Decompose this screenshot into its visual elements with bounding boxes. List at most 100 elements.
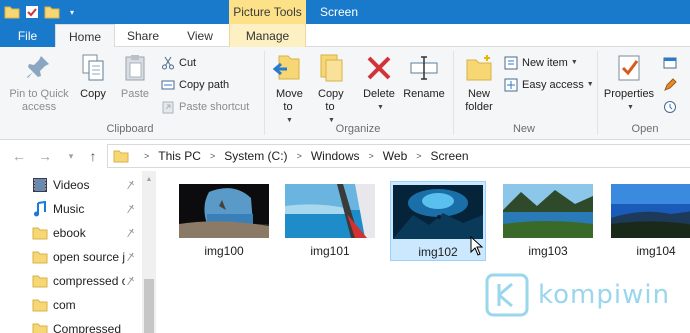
copy-button[interactable]: Copy: [74, 51, 112, 101]
breadcrumb-chevron-icon[interactable]: >: [210, 151, 215, 161]
chevron-down-icon: ▼: [586, 81, 594, 88]
folder-icon[interactable]: [4, 4, 20, 20]
nav-item[interactable]: Compressed: [0, 317, 142, 333]
nav-item[interactable]: Music †: [0, 197, 142, 221]
file-name: img100: [204, 244, 244, 258]
breadcrumb-chevron-icon[interactable]: >: [369, 151, 374, 161]
breadcrumb-item[interactable]: Windows: [311, 149, 360, 163]
breadcrumb-chevron-icon[interactable]: >: [144, 151, 149, 161]
copy-to-icon: [313, 51, 347, 85]
address-bar[interactable]: > This PC > System (C:) > Windows > Web > Screen: [107, 144, 690, 168]
folder-icon: [32, 249, 48, 265]
chevron-down-icon: ▼: [627, 104, 634, 111]
tab-home[interactable]: Home: [55, 24, 115, 48]
new-folder-icon: [462, 51, 496, 85]
nav-item[interactable]: ebook †: [0, 221, 142, 245]
history-small-button[interactable]: [662, 97, 681, 116]
new-folder-label: New folder: [465, 88, 493, 113]
scroll-up-icon[interactable]: ▲: [142, 173, 156, 185]
pin-icon: †: [123, 177, 138, 193]
copy-path-button[interactable]: Copy path: [160, 75, 229, 94]
history-icon: [662, 99, 678, 115]
thumbnail-cave-beach: [179, 184, 269, 238]
breadcrumb-chevron-icon[interactable]: >: [416, 151, 421, 161]
copy-to-label: Copy to: [318, 88, 344, 113]
nav-item[interactable]: Videos †: [0, 173, 142, 197]
properties-check-icon: [612, 51, 646, 85]
customize-qat-icon[interactable]: ▾: [64, 4, 80, 20]
new-item-label: New item: [522, 56, 568, 69]
folder-icon: [32, 225, 48, 241]
breadcrumb-item[interactable]: Web: [383, 149, 407, 163]
group-separator: [597, 51, 598, 135]
file-tile[interactable]: img100: [176, 181, 272, 261]
forward-arrow-icon[interactable]: →: [36, 147, 54, 165]
nav-pane-scrollbar[interactable]: ▲: [142, 171, 156, 333]
chevron-down-icon: ▼: [570, 59, 578, 66]
easy-access-label: Easy access: [522, 78, 584, 91]
organize-group-label: Organize: [335, 123, 381, 135]
rename-button[interactable]: Rename: [401, 51, 447, 101]
new-group-label: New: [512, 123, 535, 135]
file-tile[interactable]: img101: [282, 181, 378, 261]
tab-share[interactable]: Share: [115, 24, 171, 47]
cut-button[interactable]: Cut: [160, 53, 196, 72]
properties-label: Properties: [603, 88, 655, 100]
copy-path-icon: [160, 77, 176, 93]
open-group-label: Open: [631, 123, 659, 135]
paste-shortcut-icon: [160, 99, 176, 115]
file-name: img104: [636, 244, 676, 258]
paste-shortcut-button[interactable]: Paste shortcut: [160, 97, 249, 116]
pin-icon: †: [123, 225, 138, 241]
pin-icon: †: [123, 273, 138, 289]
easy-access-icon: [503, 77, 519, 93]
quick-access-toolbar: ▾: [0, 0, 80, 24]
tab-view[interactable]: View: [171, 24, 229, 47]
breadcrumb-chevron-icon[interactable]: >: [297, 151, 302, 161]
breadcrumb-item[interactable]: Screen: [431, 149, 469, 163]
breadcrumb-item[interactable]: System (C:): [224, 149, 287, 163]
pin-to-quick-access-button[interactable]: Pin to Quick access: [6, 51, 72, 114]
group-separator: [453, 51, 454, 135]
properties-check-icon[interactable]: [24, 4, 40, 20]
window-title: Screen: [320, 5, 359, 19]
tab-manage[interactable]: Manage: [229, 24, 306, 47]
folder-icon: [32, 321, 48, 333]
nav-item[interactable]: open source j †: [0, 245, 142, 269]
file-name: img103: [528, 244, 568, 258]
easy-access-button[interactable]: Easy access ▼: [503, 75, 594, 94]
pin-label: Pin to Quick access: [9, 88, 69, 113]
edit-small-button[interactable]: [662, 75, 681, 94]
breadcrumb-item[interactable]: This PC: [158, 149, 201, 163]
copy-to-button[interactable]: Copy to ▼: [310, 51, 350, 127]
folder-icon: [32, 273, 48, 289]
navigation-bar: ← → ▾ ↑ > This PC > System (C:) > Windows > Web…: [0, 141, 690, 171]
watermark: kompiwin: [484, 270, 690, 320]
pin-icon: [22, 51, 56, 85]
back-arrow-icon[interactable]: ←: [10, 147, 28, 165]
move-to-button[interactable]: Move to ▼: [268, 51, 308, 127]
delete-button[interactable]: Delete ▼: [359, 51, 399, 114]
watermark-text: kompiwin: [538, 280, 671, 310]
nav-item[interactable]: com: [0, 293, 142, 317]
new-folder-icon[interactable]: [44, 4, 60, 20]
paste-button[interactable]: Paste: [116, 51, 154, 101]
file-tile[interactable]: img104: [608, 181, 690, 261]
properties-button[interactable]: Properties ▼: [602, 51, 656, 114]
move-to-label: Move to: [276, 88, 303, 113]
up-arrow-icon[interactable]: ↑: [84, 147, 102, 165]
file-name: img101: [310, 244, 350, 258]
chevron-down-icon: ▼: [377, 104, 384, 111]
folder-icon: [32, 297, 48, 313]
new-item-button[interactable]: New item ▼: [503, 53, 578, 72]
tab-file[interactable]: File: [0, 24, 55, 47]
scrollbar-thumb[interactable]: [144, 279, 154, 333]
recent-locations-chevron-icon[interactable]: ▾: [62, 147, 80, 165]
file-tile[interactable]: img103: [500, 181, 596, 261]
navigation-pane: Videos † Music † ebook † open source j † compres…: [0, 171, 156, 333]
paste-icon: [118, 51, 152, 85]
nav-item-label: Compressed: [53, 322, 122, 333]
open-small-button[interactable]: [662, 53, 681, 72]
nav-item[interactable]: compressed c †: [0, 269, 142, 293]
new-folder-button[interactable]: New folder: [458, 51, 500, 114]
